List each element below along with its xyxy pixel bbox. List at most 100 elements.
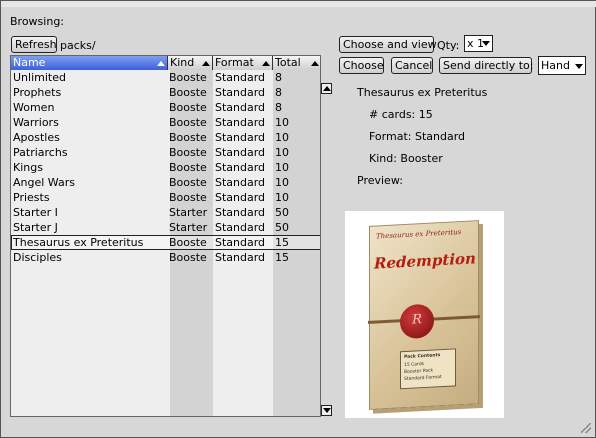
cell-format: Standard — [215, 86, 266, 99]
sort-arrow-icon — [262, 61, 270, 66]
sort-arrow-icon — [311, 61, 319, 66]
cell-kind: Booste — [169, 146, 207, 159]
cell-name: Prophets — [13, 86, 62, 99]
pack-title: Thesaurus ex Preteritus — [357, 86, 488, 99]
pack-line: Booster Pack — [404, 368, 434, 376]
window-top-strip — [1, 1, 596, 7]
table-row[interactable]: Priests Booste Standard 10 — [11, 190, 320, 205]
cell-format: Standard — [215, 161, 266, 174]
table-row[interactable]: Angel Wars Booste Standard 10 — [11, 175, 320, 190]
cell-format: Standard — [215, 71, 266, 84]
cell-format: Standard — [215, 191, 266, 204]
cell-format: Standard — [215, 221, 266, 234]
cell-name: Angel Wars — [13, 176, 75, 189]
pack-contents-label: Pack Contents 15 Cards Booster Pack Stan… — [400, 348, 456, 390]
cell-name: Disciples — [13, 251, 62, 264]
pack-table: Name Kind Format Total Unlimited Booste … — [10, 55, 321, 417]
choose-and-view-button[interactable]: Choose and view — [339, 36, 437, 53]
table-row[interactable]: Kings Booste Standard 10 — [11, 160, 320, 175]
cell-kind: Booste — [169, 161, 207, 174]
cell-total: 8 — [275, 86, 282, 99]
pack-kind: Kind: Booster — [369, 152, 443, 165]
cell-kind: Starter — [169, 206, 208, 219]
refresh-button[interactable]: Refresh — [11, 36, 57, 53]
cell-name: Kings — [13, 161, 43, 174]
pack-format: Format: Standard — [369, 130, 466, 143]
cell-format: Standard — [215, 101, 266, 114]
column-header-name[interactable]: Name — [11, 56, 168, 70]
table-scrollbar[interactable] — [321, 83, 333, 417]
sort-arrow-icon — [157, 61, 165, 66]
send-directly-button[interactable]: Send directly to: — [439, 57, 533, 74]
qty-select[interactable]: x 1 — [464, 35, 493, 52]
table-row[interactable]: Unlimited Booste Standard 8 — [11, 70, 320, 85]
cell-kind: Starter — [169, 221, 208, 234]
cell-kind: Booste — [169, 71, 207, 84]
cell-total: 50 — [275, 221, 289, 234]
cell-total: 10 — [275, 146, 289, 159]
cell-format: Standard — [215, 146, 266, 159]
cell-kind: Booste — [169, 86, 207, 99]
seal-letter: R — [412, 312, 422, 328]
cell-format: Standard — [215, 236, 266, 249]
cell-total: 10 — [275, 116, 289, 129]
cell-kind: Booste — [169, 131, 207, 144]
cell-format: Standard — [215, 251, 266, 264]
cell-kind: Booste — [169, 251, 207, 264]
cell-total: 15 — [275, 236, 289, 249]
cell-name: Unlimited — [13, 71, 66, 84]
sort-arrow-icon — [202, 61, 210, 66]
cell-kind: Booste — [169, 116, 207, 129]
column-header-kind[interactable]: Kind — [168, 56, 213, 70]
pack-preview-image: Thesaurus ex Preteritus Redemption R Pac… — [345, 211, 504, 418]
column-header-format[interactable]: Format — [213, 56, 273, 70]
cell-format: Standard — [215, 206, 266, 219]
chevron-down-icon — [482, 41, 490, 46]
column-header-label: Name — [13, 56, 46, 69]
choose-button[interactable]: Choose — [339, 57, 384, 74]
scroll-down-button[interactable] — [321, 405, 332, 416]
cell-total: 15 — [275, 251, 289, 264]
cell-kind: Booste — [169, 236, 207, 249]
cancel-button[interactable]: Cancel — [391, 57, 433, 74]
current-path: packs/ — [60, 39, 96, 52]
cell-name: Patriarchs — [13, 146, 68, 159]
cell-kind: Booste — [169, 176, 207, 189]
pack-line: Standard Format — [404, 375, 442, 383]
cell-kind: Booste — [169, 101, 207, 114]
table-header: Name Kind Format Total — [11, 56, 320, 70]
redemption-logo: Redemption — [374, 249, 476, 273]
destination-select[interactable]: Hand — [538, 56, 586, 75]
column-header-total[interactable]: Total — [273, 56, 320, 70]
column-header-label: Format — [215, 56, 254, 69]
table-row[interactable]: Starter I Starter Standard 50 — [11, 205, 320, 220]
table-row[interactable]: Prophets Booste Standard 8 — [11, 85, 320, 100]
table-row[interactable]: Patriarchs Booste Standard 10 — [11, 145, 320, 160]
preview-label: Preview: — [357, 174, 403, 187]
cell-total: 10 — [275, 161, 289, 174]
destination-value: Hand — [541, 59, 570, 72]
cell-name: Apostles — [13, 131, 60, 144]
column-header-label: Kind — [170, 56, 195, 69]
column-header-label: Total — [275, 56, 301, 69]
table-row[interactable]: Starter J Starter Standard 50 — [11, 220, 320, 235]
resize-grip-icon[interactable] — [581, 423, 591, 433]
booster-pack-art: Thesaurus ex Preteritus Redemption R Pac… — [368, 220, 480, 410]
scroll-up-button[interactable] — [321, 83, 332, 94]
cell-format: Standard — [215, 116, 266, 129]
table-row[interactable]: Warriors Booste Standard 10 — [11, 115, 320, 130]
table-row[interactable]: Disciples Booste Standard 15 — [11, 250, 320, 265]
table-row[interactable]: Women Booste Standard 8 — [11, 100, 320, 115]
cell-name: Thesaurus ex Preteritus — [13, 236, 144, 249]
cell-format: Standard — [215, 176, 266, 189]
arrow-up-icon — [323, 86, 331, 91]
cell-total: 10 — [275, 131, 289, 144]
pack-line: 15 Cards — [404, 361, 425, 369]
cell-format: Standard — [215, 131, 266, 144]
table-row[interactable]: Apostles Booste Standard 10 — [11, 130, 320, 145]
cell-total: 10 — [275, 176, 289, 189]
cell-name: Warriors — [13, 116, 59, 129]
cell-total: 8 — [275, 101, 282, 114]
table-row-selected[interactable]: Thesaurus ex Preteritus Booste Standard … — [11, 235, 320, 250]
cell-name: Starter I — [13, 206, 58, 219]
